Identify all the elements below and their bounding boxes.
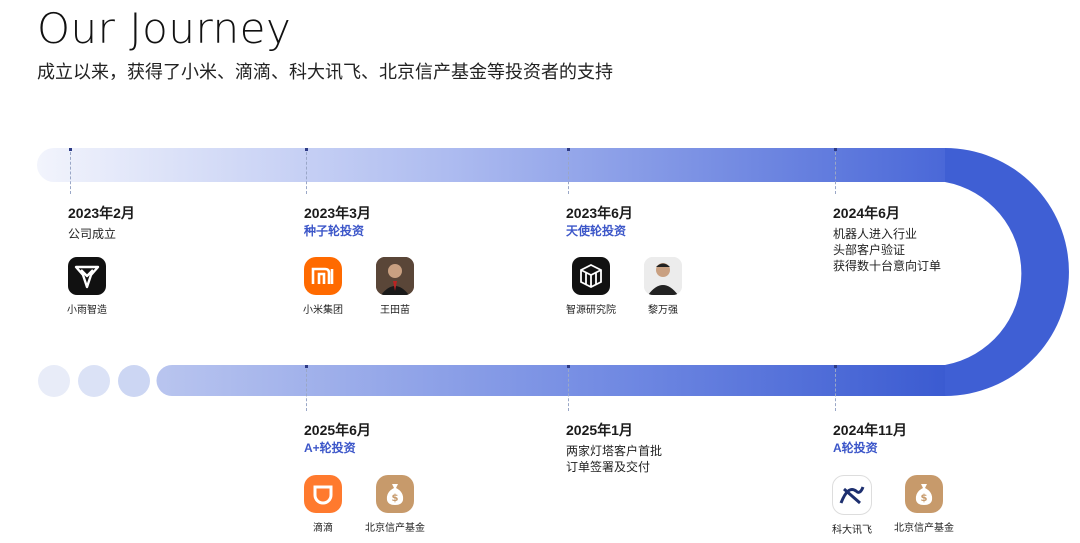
tick-line: [568, 369, 570, 411]
milestone-logos: 滴滴 $ 北京信产基金: [298, 475, 425, 534]
investor-logo: 小雨智造: [62, 257, 112, 316]
milestone-date: 2023年6月: [566, 205, 633, 221]
milestone-logos: 小雨智造: [62, 257, 112, 316]
investor-name: 智源研究院: [566, 305, 616, 316]
trail-dot: [118, 365, 150, 397]
xiaoyu-logo-icon: [68, 257, 106, 295]
tick-line: [568, 152, 570, 194]
investor-logo: 黎万强: [638, 257, 688, 316]
investor-logo: 滴滴: [298, 475, 348, 534]
svg-text:$: $: [921, 493, 928, 504]
milestone-desc: 公司成立: [68, 227, 117, 241]
milestone-desc-line: 获得数十台意向订单: [833, 259, 942, 273]
tick-marker: [834, 148, 837, 151]
trail-dot: [38, 365, 70, 397]
milestone-2023-02: 2023年2月 公司成立: [68, 204, 298, 242]
milestone-2024-11: 2024年11月 A轮投资: [833, 421, 1063, 457]
investor-name: 滴滴: [313, 523, 333, 534]
tick-marker: [567, 148, 570, 151]
tick-marker: [567, 365, 570, 368]
milestone-date: 2025年1月: [566, 422, 633, 438]
iflytek-logo-icon: [832, 475, 872, 515]
tick-line: [306, 369, 308, 411]
tick-line: [835, 152, 837, 194]
investor-name: 北京信产基金: [894, 523, 954, 534]
milestone-round: 天使轮投资: [566, 224, 627, 238]
investor-logo: 智源研究院: [566, 257, 616, 316]
milestone-date: 2023年2月: [68, 205, 135, 221]
person-photo-icon: [644, 257, 682, 295]
timeline-bottom-band: [156, 365, 945, 396]
milestone-logos: 小米集团 王田苗: [298, 257, 420, 316]
investor-logo: 科大讯飞: [827, 475, 877, 536]
milestone-logos: 科大讯飞 $ 北京信产基金: [827, 475, 954, 536]
milestone-2025-01: 2025年1月 两家灯塔客户首批 订单签署及交付: [566, 421, 796, 475]
tick-marker: [305, 365, 308, 368]
investor-logo: $ 北京信产基金: [894, 475, 954, 536]
tick-line: [835, 369, 837, 411]
xiaomi-logo-icon: [304, 257, 342, 295]
milestone-2023-06: 2023年6月 天使轮投资: [566, 204, 796, 240]
person-photo-icon: [376, 257, 414, 295]
milestone-2023-03: 2023年3月 种子轮投资: [304, 204, 534, 240]
milestone-date: 2024年11月: [833, 422, 907, 438]
tick-marker: [69, 148, 72, 151]
trail-dot: [78, 365, 110, 397]
milestone-2024-06: 2024年6月 机器人进入行业 头部客户验证 获得数十台意向订单: [833, 204, 1063, 274]
investor-name: 科大讯飞: [832, 525, 872, 536]
timeline-top-band: [37, 148, 945, 182]
didi-logo-icon: [304, 475, 342, 513]
milestone-date: 2023年3月: [304, 205, 371, 221]
tick-marker: [305, 148, 308, 151]
milestone-date: 2025年6月: [304, 422, 371, 438]
milestone-logos: 智源研究院 黎万强: [566, 257, 688, 316]
investor-name: 北京信产基金: [365, 523, 425, 534]
tick-marker: [834, 365, 837, 368]
milestone-round: A+轮投资: [304, 441, 356, 455]
milestone-desc-line: 订单签署及交付: [566, 460, 651, 474]
money-bag-icon: $: [376, 475, 414, 513]
milestone-2025-06: 2025年6月 A+轮投资: [304, 421, 534, 457]
investor-logo: 小米集团: [298, 257, 348, 316]
investor-name: 小米集团: [303, 305, 343, 316]
milestone-desc-line: 两家灯塔客户首批: [566, 444, 663, 458]
investor-logo: $ 北京信产基金: [365, 475, 425, 534]
milestone-date: 2024年6月: [833, 205, 900, 221]
milestone-round: 种子轮投资: [304, 224, 365, 238]
investor-name: 黎万强: [648, 305, 678, 316]
investor-name: 小雨智造: [67, 305, 107, 316]
milestone-round: A轮投资: [833, 441, 878, 455]
tick-line: [70, 152, 72, 194]
svg-text:$: $: [392, 493, 399, 504]
investor-logo: 王田苗: [370, 257, 420, 316]
money-bag-icon: $: [905, 475, 943, 513]
investor-name: 王田苗: [380, 305, 410, 316]
baai-logo-icon: [572, 257, 610, 295]
milestone-desc-line: 头部客户验证: [833, 243, 906, 257]
tick-line: [306, 152, 308, 194]
milestone-desc-line: 机器人进入行业: [833, 227, 918, 241]
